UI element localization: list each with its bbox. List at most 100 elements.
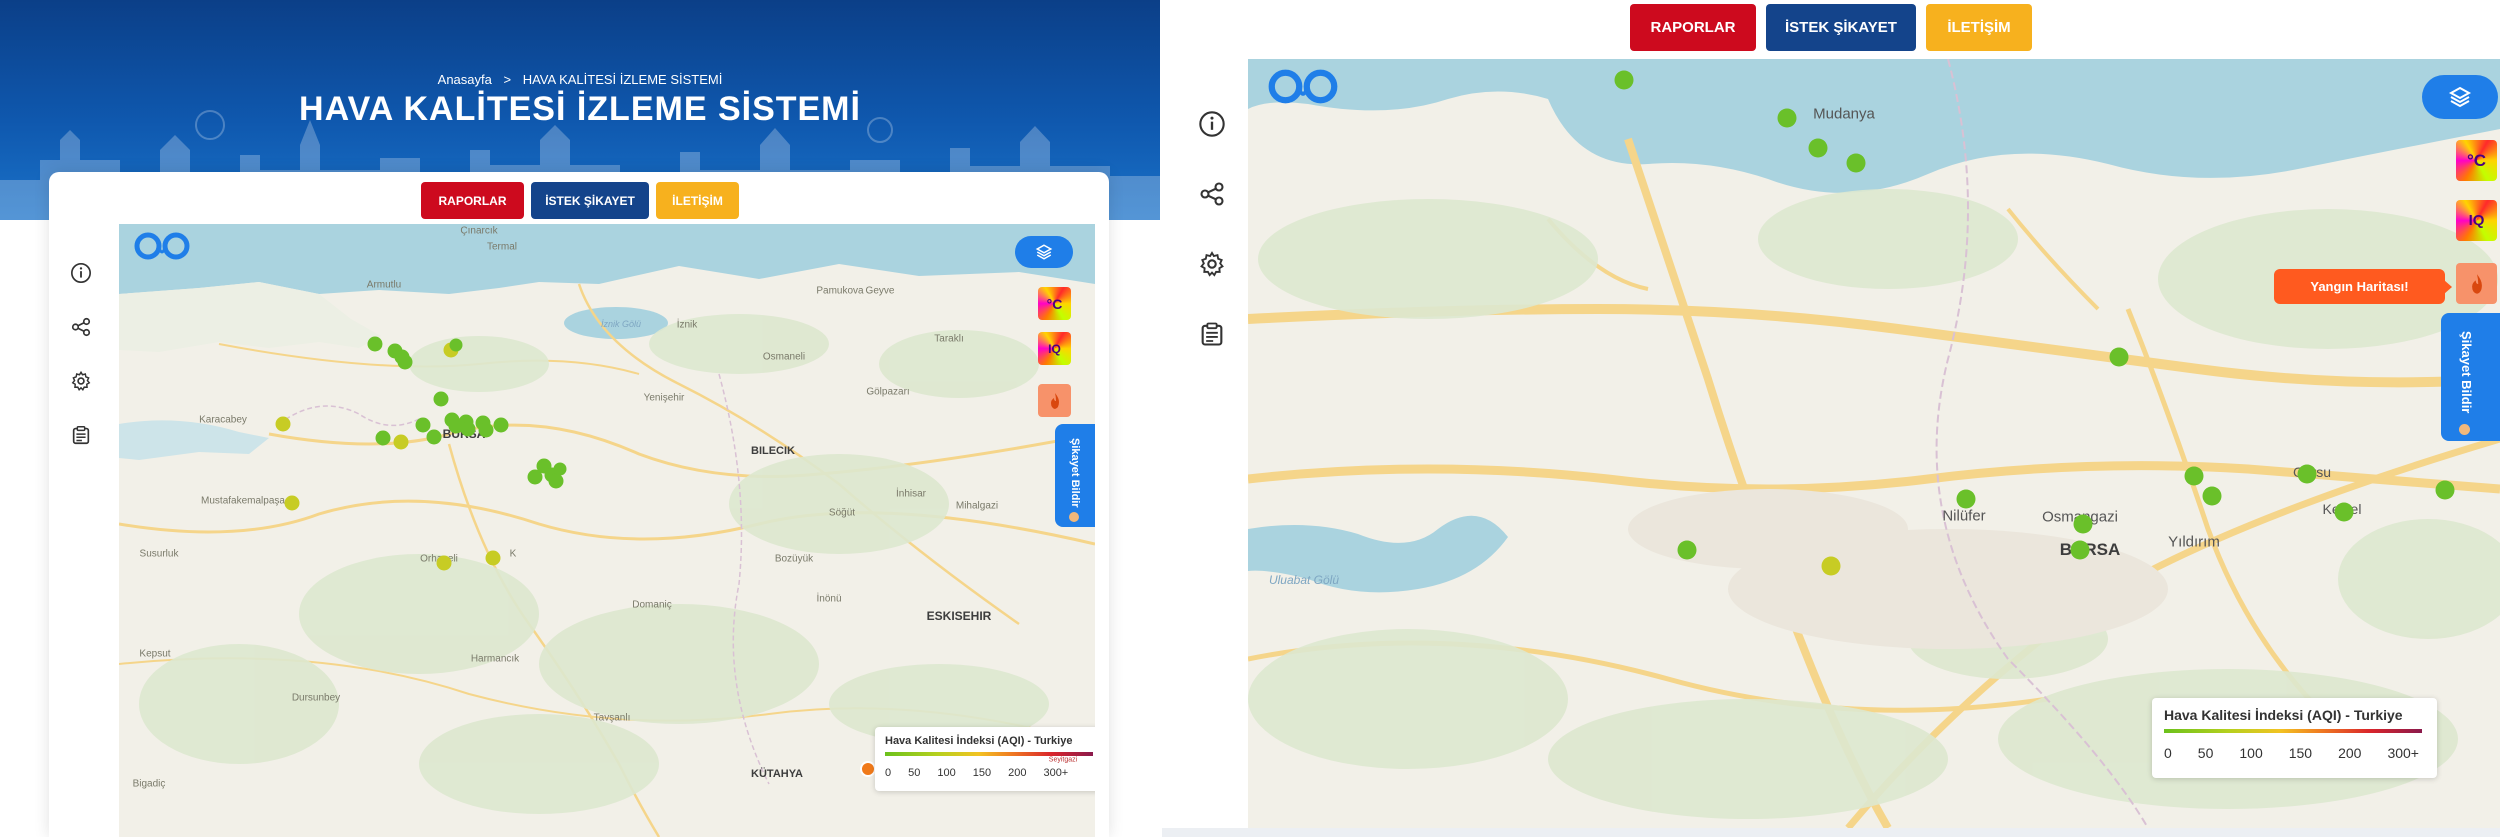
map-label-sogut: Söğüt xyxy=(828,507,856,519)
layers-icon[interactable] xyxy=(1015,236,1073,268)
station-marker[interactable] xyxy=(1846,153,1866,173)
map-label-bursa: BURSA xyxy=(2059,540,2121,559)
air-quality-map[interactable]: Çınarcık Termal Armutlu İznik Gölü İznik… xyxy=(119,224,1095,837)
request-complaint-button[interactable]: İSTEK ŞİKAYET xyxy=(1766,4,1916,51)
station-marker[interactable] xyxy=(548,473,564,489)
station-marker[interactable] xyxy=(2334,502,2354,522)
sikayet-bildir-label: Şikayet Bildir xyxy=(1069,438,1081,508)
station-marker[interactable] xyxy=(426,429,442,445)
aqi-tick: 50 xyxy=(2197,745,2214,761)
sikayet-bildir-tab[interactable]: Şikayet Bildir xyxy=(2441,313,2500,441)
map-label-iznik-golu: İznik Gölü xyxy=(600,319,642,329)
map-label-mustafakemalpasa: Mustafakemalpaşa xyxy=(201,495,285,507)
station-marker[interactable] xyxy=(2435,480,2455,500)
aqi-legend-colorbar xyxy=(2164,729,2422,733)
temperature-heatmap-icon[interactable]: °C xyxy=(1038,287,1071,320)
aqi-legend-sub: Seyitgazi xyxy=(1048,756,1078,764)
map-label-bigadic: Bigadiç xyxy=(132,778,166,790)
reports-button[interactable]: RAPORLAR xyxy=(1630,4,1756,51)
station-marker[interactable] xyxy=(1808,138,1828,158)
breadcrumb-home[interactable]: Anasayfa xyxy=(438,72,492,87)
map-label-keles: K xyxy=(509,548,517,560)
aqi-tick: 0 xyxy=(2164,745,2172,761)
sikayet-bildir-tab[interactable]: Şikayet Bildir xyxy=(1055,424,1095,527)
map-label-yenisehir: Yenişehir xyxy=(643,392,685,404)
air-quality-map[interactable]: Mudanya Nilüfer Osmangazi BURSA Yıldırım… xyxy=(1248,59,2500,828)
map-label-uluabat-golu: Uluabat Gölü xyxy=(1268,573,1340,587)
logo-icon[interactable] xyxy=(1264,69,1342,109)
station-marker[interactable] xyxy=(2070,540,2090,560)
fire-icon[interactable] xyxy=(1038,384,1071,417)
station-marker[interactable] xyxy=(1677,540,1697,560)
aqi-tick: 0 xyxy=(885,767,892,779)
map-label-golpazari: Gölpazarı xyxy=(866,386,910,398)
contact-button[interactable]: İLETİŞİM xyxy=(656,182,739,219)
station-marker[interactable] xyxy=(2073,514,2093,534)
aqi-tick: 150 xyxy=(972,767,992,779)
reports-button[interactable]: RAPORLAR xyxy=(421,182,524,219)
aqi-tick: 200 xyxy=(1008,767,1027,779)
aqi-tick: 300+ xyxy=(2387,745,2419,761)
map-label-nilufer: Nilüfer xyxy=(1942,507,1986,525)
settings-icon[interactable] xyxy=(1198,250,1226,278)
fire-marker-icon[interactable] xyxy=(860,761,876,777)
aqi-legend-ticks: 0 50 100 150 200 300+ xyxy=(2164,745,2419,761)
map-label-osmaneli: Osmaneli xyxy=(762,351,806,363)
station-marker[interactable] xyxy=(375,430,391,446)
map-label-kepsut: Kepsut xyxy=(139,648,171,660)
station-marker[interactable] xyxy=(2297,464,2317,484)
map-label-termal: Termal xyxy=(486,241,518,253)
contact-button[interactable]: İLETİŞİM xyxy=(1926,4,2032,51)
station-marker[interactable] xyxy=(436,555,452,571)
aqi-legend: Hava Kalitesi İndeksi (AQI) - Turkiye Se… xyxy=(875,727,1095,791)
map-label-inonu: İnönü xyxy=(816,593,842,605)
station-marker[interactable] xyxy=(393,434,409,450)
aqi-tick: 100 xyxy=(2239,745,2263,761)
station-marker[interactable] xyxy=(2184,466,2204,486)
share-icon[interactable] xyxy=(70,316,92,338)
aqi-heatmap-icon[interactable]: IQ xyxy=(1038,332,1071,365)
top-button-row: RAPORLAR İSTEK ŞİKAYET İLETİŞİM xyxy=(421,182,739,219)
station-marker[interactable] xyxy=(433,391,449,407)
station-marker[interactable] xyxy=(367,336,383,352)
station-marker[interactable] xyxy=(478,422,494,438)
map-label-dursunbey: Dursunbey xyxy=(291,692,341,704)
station-marker[interactable] xyxy=(553,462,567,476)
map-label-armutlu: Armutlu xyxy=(366,279,402,291)
station-marker[interactable] xyxy=(2109,347,2129,367)
station-marker[interactable] xyxy=(397,354,413,370)
aqi-heatmap-icon[interactable]: IQ xyxy=(2456,200,2497,241)
station-marker[interactable] xyxy=(460,421,476,437)
map-card: RAPORLAR İSTEK ŞİKAYET İLETİŞİM Çınarcık… xyxy=(49,172,1109,837)
sikayet-knob xyxy=(1069,512,1079,522)
layers-icon[interactable] xyxy=(2422,75,2498,119)
settings-icon[interactable] xyxy=(70,370,92,392)
station-marker[interactable] xyxy=(2202,486,2222,506)
top-button-row: RAPORLAR İSTEK ŞİKAYET İLETİŞİM xyxy=(1630,4,2032,51)
sikayet-knob xyxy=(2459,424,2470,435)
clipboard-icon[interactable] xyxy=(1198,320,1226,348)
station-marker[interactable] xyxy=(449,338,463,352)
aqi-legend-colorbar xyxy=(885,752,1093,756)
station-marker[interactable] xyxy=(1777,108,1797,128)
fire-icon[interactable] xyxy=(2456,263,2497,304)
sikayet-bildir-label: Şikayet Bildir xyxy=(2459,331,2474,414)
temperature-heatmap-icon[interactable]: °C xyxy=(2456,140,2497,181)
clipboard-icon[interactable] xyxy=(70,424,92,446)
aqi-tick: 150 xyxy=(2288,745,2313,761)
map-label-bozuyuk: Bozüyük xyxy=(774,553,814,565)
info-icon[interactable] xyxy=(1198,110,1226,138)
station-marker[interactable] xyxy=(284,495,300,511)
logo-icon[interactable] xyxy=(131,232,193,264)
request-complaint-button[interactable]: İSTEK ŞİKAYET xyxy=(531,182,649,219)
share-icon[interactable] xyxy=(1198,180,1226,208)
station-marker[interactable] xyxy=(1614,70,1634,90)
info-icon[interactable] xyxy=(70,262,92,284)
station-marker[interactable] xyxy=(1956,489,1976,509)
station-marker[interactable] xyxy=(493,417,509,433)
side-toolbar xyxy=(61,262,101,446)
station-marker[interactable] xyxy=(1821,556,1841,576)
station-marker[interactable] xyxy=(485,550,501,566)
fire-map-tooltip: Yangın Haritası! xyxy=(2274,269,2452,304)
station-marker[interactable] xyxy=(275,416,291,432)
